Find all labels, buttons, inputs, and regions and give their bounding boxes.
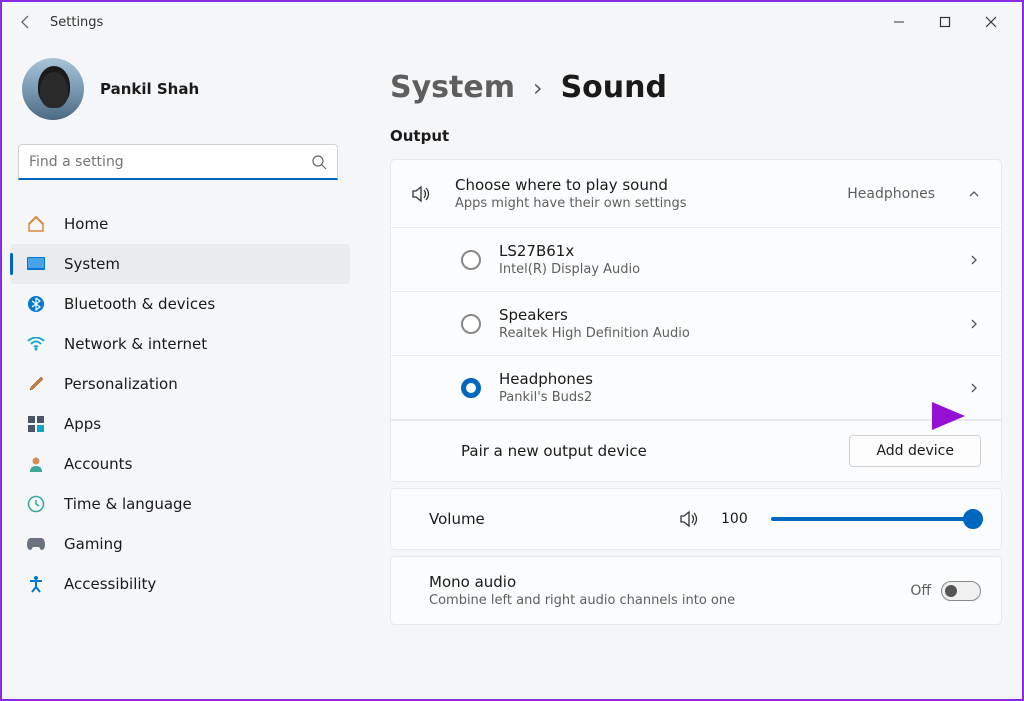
mono-state: Off (910, 583, 931, 599)
titlebar: Settings (2, 2, 1022, 42)
accessibility-icon (26, 574, 46, 594)
sidebar-item-label: Home (64, 215, 108, 233)
slider-thumb[interactable] (963, 509, 983, 529)
sidebar-item-label: Accounts (64, 455, 132, 473)
search-input[interactable] (29, 154, 311, 170)
user-card[interactable]: Pankil Shah (10, 50, 350, 136)
device-sub: Pankil's Buds2 (499, 390, 949, 405)
pair-label: Pair a new output device (461, 442, 647, 460)
user-name: Pankil Shah (100, 80, 199, 98)
mono-audio-card: Mono audio Combine left and right audio … (390, 556, 1002, 625)
device-sub: Realtek High Definition Audio (499, 326, 949, 341)
sidebar-item-label: Bluetooth & devices (64, 295, 215, 313)
chevron-up-icon (967, 187, 981, 201)
bluetooth-icon (26, 294, 46, 314)
sidebar-nav: Home System Bluetooth & devices Network … (10, 200, 350, 608)
device-name: Speakers (499, 306, 949, 324)
sidebar-item-accessibility[interactable]: Accessibility (10, 564, 350, 604)
sidebar-item-label: Time & language (64, 495, 192, 513)
person-icon (26, 454, 46, 474)
sidebar-item-label: Gaming (64, 535, 123, 553)
system-icon (26, 254, 46, 274)
device-item-headphones[interactable]: Headphones Pankil's Buds2 (391, 356, 1001, 420)
output-card-header[interactable]: Choose where to play sound Apps might ha… (391, 160, 1001, 227)
output-title: Choose where to play sound (455, 176, 825, 194)
device-item-ls27b61x[interactable]: LS27B61x Intel(R) Display Audio (391, 228, 1001, 292)
sidebar-item-label: Personalization (64, 375, 178, 393)
radio-selected[interactable] (461, 378, 481, 398)
mono-title: Mono audio (429, 573, 910, 591)
apps-icon (26, 414, 46, 434)
sidebar-item-label: Network & internet (64, 335, 207, 353)
speaker-icon[interactable] (679, 509, 701, 529)
device-name: Headphones (499, 370, 949, 388)
chevron-right-icon[interactable] (967, 317, 981, 331)
sidebar: Pankil Shah Home System Bluetooth & devi… (2, 42, 362, 699)
sidebar-item-system[interactable]: System (10, 244, 350, 284)
sidebar-item-home[interactable]: Home (10, 204, 350, 244)
sidebar-item-gaming[interactable]: Gaming (10, 524, 350, 564)
volume-card: Volume 100 (390, 488, 1002, 550)
paintbrush-icon (26, 374, 46, 394)
window-title: Settings (50, 15, 103, 30)
breadcrumb-current: Sound (561, 70, 667, 105)
chevron-right-icon: › (533, 74, 543, 102)
maximize-button[interactable] (922, 6, 968, 38)
sidebar-item-accounts[interactable]: Accounts (10, 444, 350, 484)
toggle-knob (945, 585, 957, 597)
home-icon (26, 214, 46, 234)
sidebar-item-label: Accessibility (64, 575, 156, 593)
mono-subtitle: Combine left and right audio channels in… (429, 593, 910, 608)
minimize-button[interactable] (876, 6, 922, 38)
chevron-right-icon[interactable] (967, 381, 981, 395)
device-sub: Intel(R) Display Audio (499, 262, 949, 277)
device-item-speakers[interactable]: Speakers Realtek High Definition Audio (391, 292, 1001, 356)
device-name: LS27B61x (499, 242, 949, 260)
search-input-wrap[interactable] (18, 144, 338, 180)
pair-device-row: Pair a new output device Add device (391, 420, 1001, 481)
output-subtitle: Apps might have their own settings (455, 196, 825, 211)
clock-icon (26, 494, 46, 514)
sidebar-item-apps[interactable]: Apps (10, 404, 350, 444)
radio-unselected[interactable] (461, 250, 481, 270)
output-card: Choose where to play sound Apps might ha… (390, 159, 1002, 482)
breadcrumb: System › Sound (390, 70, 1002, 105)
sidebar-item-time-language[interactable]: Time & language (10, 484, 350, 524)
wifi-icon (26, 334, 46, 354)
radio-unselected[interactable] (461, 314, 481, 334)
sidebar-item-label: System (64, 255, 120, 273)
mono-toggle[interactable] (941, 581, 981, 601)
window-controls (876, 6, 1014, 38)
chevron-right-icon[interactable] (967, 253, 981, 267)
close-button[interactable] (968, 6, 1014, 38)
gamepad-icon (26, 534, 46, 554)
volume-slider[interactable] (771, 517, 981, 521)
add-device-button[interactable]: Add device (849, 435, 981, 467)
breadcrumb-parent[interactable]: System (390, 70, 515, 105)
device-list: LS27B61x Intel(R) Display Audio Speakers… (391, 227, 1001, 481)
search-icon (311, 154, 327, 170)
main-content: System › Sound Output Choose where to pl… (362, 42, 1022, 699)
back-button[interactable] (10, 6, 42, 38)
sidebar-item-personalization[interactable]: Personalization (10, 364, 350, 404)
sidebar-item-network[interactable]: Network & internet (10, 324, 350, 364)
speaker-icon (411, 184, 433, 204)
volume-label: Volume (429, 510, 659, 528)
output-selected-label: Headphones (847, 186, 935, 202)
avatar (22, 58, 84, 120)
section-output-label: Output (390, 127, 1002, 145)
sidebar-item-label: Apps (64, 415, 101, 433)
sidebar-item-bluetooth[interactable]: Bluetooth & devices (10, 284, 350, 324)
volume-value: 100 (721, 511, 751, 527)
